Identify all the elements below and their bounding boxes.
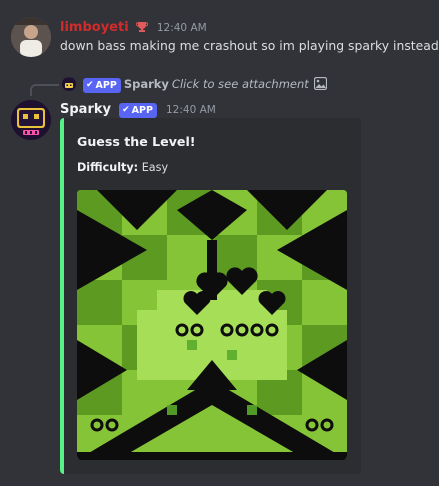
reply-reference[interactable]: ✔ APP Sparky Click to see attachment bbox=[0, 76, 439, 96]
reply-row: ✔ APP Sparky Click to see attachment bbox=[80, 76, 327, 93]
app-badge: ✔ APP bbox=[119, 103, 157, 118]
bot-avatar[interactable] bbox=[11, 100, 51, 140]
message-text: down bass making me crashout so im playi… bbox=[60, 38, 439, 53]
message-header: Sparky ✔ APP 12:40 AM bbox=[60, 98, 216, 118]
embed-field-difficulty: Difficulty: Easy bbox=[77, 161, 168, 174]
timestamp: 12:40 AM bbox=[166, 104, 216, 116]
author-name[interactable]: limboyeti bbox=[60, 20, 129, 35]
embed-title: Guess the Level! bbox=[77, 134, 196, 149]
reply-text[interactable]: Click to see attachment bbox=[172, 77, 309, 91]
reply-spine bbox=[30, 84, 59, 96]
app-badge: ✔ APP bbox=[83, 78, 121, 93]
field-name: Difficulty: bbox=[77, 161, 139, 174]
user-avatar[interactable] bbox=[11, 17, 51, 57]
reply-avatar bbox=[62, 77, 76, 91]
field-value: Easy bbox=[141, 161, 169, 174]
embed-card: Guess the Level! Difficulty: Easy bbox=[60, 118, 361, 474]
level-screenshot-image[interactable] bbox=[77, 190, 347, 460]
message-limboyeti: limboyeti 12:40 AM down bass making me c… bbox=[0, 12, 439, 62]
trophy-icon bbox=[135, 18, 148, 37]
message-header: limboyeti 12:40 AM bbox=[60, 16, 207, 37]
app-badge-label: APP bbox=[131, 105, 153, 116]
author-name[interactable]: Sparky bbox=[60, 102, 111, 117]
image-icon bbox=[313, 76, 327, 93]
app-badge-label: APP bbox=[95, 80, 117, 91]
reply-author[interactable]: Sparky bbox=[124, 77, 169, 91]
timestamp: 12:40 AM bbox=[156, 22, 207, 34]
